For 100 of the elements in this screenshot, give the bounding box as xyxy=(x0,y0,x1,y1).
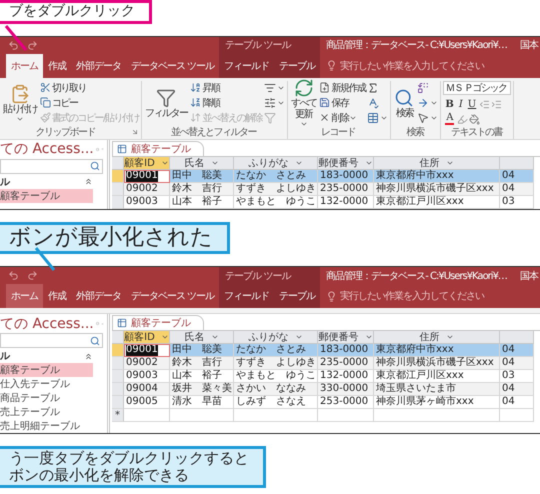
collapse-icon[interactable] xyxy=(84,177,93,186)
callout-text: ボンが最小化された xyxy=(9,226,213,250)
table-icon xyxy=(367,112,380,124)
window-title: 商品管理：データベース- C:¥Users¥Kaori¥… xyxy=(326,270,507,283)
ribbon-tab[interactable]: テーブル xyxy=(274,54,320,78)
ribbon-button[interactable]: 貼り付け xyxy=(2,84,38,123)
scissors-icon xyxy=(40,82,51,94)
search-icon xyxy=(90,336,100,346)
document-tab[interactable]: 顧客テーブル xyxy=(112,315,204,330)
column-header[interactable] xyxy=(500,156,534,170)
nav-item[interactable]: 売上テーブル xyxy=(0,405,93,420)
row-selector[interactable] xyxy=(112,357,124,370)
table-cell: 03 xyxy=(500,370,534,384)
column-header[interactable]: 氏名 xyxy=(170,331,234,344)
format-button[interactable]: I xyxy=(456,100,465,110)
column-header[interactable]: ふりがな xyxy=(234,331,318,344)
nav-item[interactable]: 顧客テーブル xyxy=(0,188,93,203)
nav-item[interactable]: 顧客テーブル xyxy=(0,363,93,378)
table-cell xyxy=(124,409,170,422)
table-cell xyxy=(318,409,374,422)
ribbon-tab[interactable]: ホーム xyxy=(6,54,43,78)
column-header[interactable]: 郵便番号 xyxy=(318,331,374,344)
group-label: クリップボード xyxy=(36,126,96,140)
ribbon-button[interactable]: コピー xyxy=(40,96,139,110)
nav-item[interactable]: 商品テーブル xyxy=(0,391,93,406)
ribbon-button[interactable] xyxy=(417,110,438,125)
nav-item[interactable]: 仕入先テーブル xyxy=(0,377,93,392)
ribbon-button[interactable]: 削除 xyxy=(319,110,366,125)
format-button[interactable]: B xyxy=(443,100,456,110)
context-label: テーブル ツール xyxy=(219,267,320,284)
ribbon-button[interactable]: 保存 xyxy=(319,96,366,110)
row-selector[interactable] xyxy=(112,170,124,183)
ribbon-button[interactable] xyxy=(367,110,388,125)
ribbon-button[interactable]: 検索 xyxy=(393,88,416,119)
column-header[interactable]: 住所 xyxy=(374,331,500,344)
column-header[interactable]: 住所 xyxy=(374,156,500,170)
ribbon-button[interactable]: 昇順 xyxy=(190,80,262,95)
ribbon-tab[interactable]: 作成 xyxy=(43,54,71,78)
row-selector[interactable] xyxy=(112,182,124,196)
redo-icon[interactable] xyxy=(27,40,38,51)
indent-increase-icon xyxy=(491,99,502,110)
search-field[interactable] xyxy=(0,333,103,348)
ribbon-button[interactable]: 新規作成 xyxy=(319,80,366,95)
row-selector[interactable]: * xyxy=(112,409,124,422)
ribbon-button[interactable]: フィルター xyxy=(144,88,188,119)
table-cell: 132-0000 xyxy=(318,370,374,384)
ribbon-tab[interactable]: フィールド xyxy=(219,284,274,308)
collapse-icon[interactable] xyxy=(84,352,93,361)
table-cell: 04 xyxy=(500,170,534,183)
row-selector[interactable] xyxy=(112,370,124,384)
nav-group-label[interactable]: ル xyxy=(0,349,10,364)
ribbon-button[interactable] xyxy=(264,96,285,110)
ribbon-tab[interactable]: ホーム xyxy=(6,284,43,308)
table-cell: 鈴木 吉行 xyxy=(170,182,234,196)
table-cell: やまもと ゆうこ xyxy=(234,196,318,209)
column-header[interactable]: ふりがな xyxy=(234,156,318,170)
format-button[interactable]: U xyxy=(466,100,478,110)
ribbon-tab[interactable]: テーブル xyxy=(274,284,320,308)
ribbon-button[interactable]: すべて 更新 xyxy=(290,78,318,128)
ribbon-tab[interactable]: データベース ツール xyxy=(126,284,220,308)
table-cell: 04 xyxy=(500,344,534,358)
table-cell: 04 xyxy=(500,357,534,370)
indent-decrease-icon xyxy=(479,99,490,110)
row-selector[interactable] xyxy=(112,383,124,396)
replace-icon xyxy=(417,82,430,94)
table-cell: 東京都府中市xxx xyxy=(374,344,500,358)
column-header[interactable]: 郵便番号 xyxy=(318,156,374,170)
ribbon-button[interactable]: 切り取り xyxy=(40,80,139,95)
table-cell: 09003 xyxy=(124,196,170,209)
group-label: テキストの書 xyxy=(450,126,502,140)
nav-item[interactable]: 売上明細テーブル xyxy=(0,419,93,434)
row-selector[interactable] xyxy=(112,196,124,209)
ribbon-tab[interactable]: フィールド xyxy=(219,54,274,78)
font-field[interactable]: ＭＳ Ｐゴシック xyxy=(443,80,512,96)
ribbon-tab[interactable]: 外部データ xyxy=(71,54,126,78)
ribbon-tab[interactable]: 作成 xyxy=(43,284,71,308)
nav-title: ての Access... xyxy=(0,140,94,158)
redo-icon[interactable] xyxy=(27,270,38,282)
table-icon xyxy=(117,144,127,154)
row-selector[interactable] xyxy=(112,344,124,358)
ribbon-button[interactable]: 降順 xyxy=(190,96,262,110)
undo-icon[interactable] xyxy=(8,40,19,51)
table-cell: 03 xyxy=(500,196,534,209)
document-tab[interactable]: 顧客テーブル xyxy=(112,140,204,156)
search-field[interactable] xyxy=(0,158,103,174)
table-cell: 235-0000 xyxy=(318,357,374,370)
column-header[interactable]: 顧客ID xyxy=(124,331,170,344)
row-selector[interactable] xyxy=(112,396,124,410)
ribbon-tab[interactable]: データベース ツール xyxy=(126,54,220,78)
ribbon-tab[interactable]: 外部データ xyxy=(71,284,126,308)
column-header[interactable] xyxy=(500,331,534,344)
nav-group-label[interactable]: ル xyxy=(0,174,10,189)
format-button[interactable]: A xyxy=(443,113,456,125)
column-header[interactable]: 顧客ID xyxy=(124,156,170,170)
callout-text: う一度タブをダブルクリックすると xyxy=(9,450,249,468)
table-cell: 鈴木 吉行 xyxy=(170,357,234,370)
column-header[interactable]: 氏名 xyxy=(170,156,234,170)
launcher-icon[interactable] xyxy=(130,128,139,136)
table-cell: 253-0000 xyxy=(318,396,374,410)
undo-icon[interactable] xyxy=(8,270,19,282)
